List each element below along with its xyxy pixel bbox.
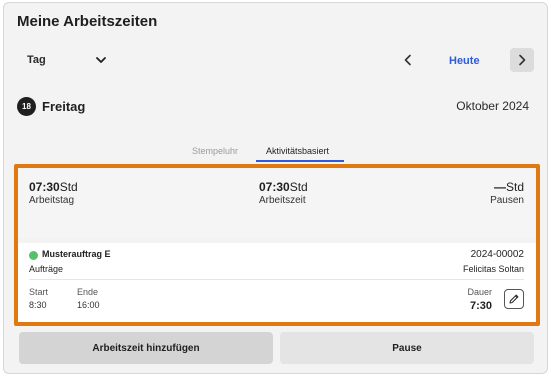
today-button[interactable]: Heute	[449, 55, 480, 67]
add-worktime-button[interactable]: Arbeitszeit hinzufügen	[19, 332, 273, 364]
view-select[interactable]: Tag	[27, 54, 46, 66]
chevron-down-icon[interactable]	[94, 53, 108, 67]
highlight-frame	[14, 164, 540, 326]
next-day-button[interactable]	[510, 48, 534, 72]
tab-aktivitaetsbasiert[interactable]: Aktivitätsbasiert	[266, 146, 329, 156]
month-year: Oktober 2024	[456, 99, 529, 113]
tab-stempeluhr[interactable]: Stempeluhr	[192, 146, 238, 156]
previous-day-button[interactable]	[400, 51, 416, 69]
page-title: Meine Arbeitszeiten	[17, 13, 158, 30]
active-tab-indicator	[256, 160, 344, 162]
chevron-right-icon	[519, 54, 526, 66]
chevron-left-icon	[404, 54, 411, 66]
day-number-badge: 18	[17, 97, 36, 116]
pause-button[interactable]: Pause	[280, 332, 534, 364]
day-name: Freitag	[42, 99, 86, 114]
app-window: Meine Arbeitszeiten Tag Heute 18 Freitag…	[3, 2, 548, 374]
